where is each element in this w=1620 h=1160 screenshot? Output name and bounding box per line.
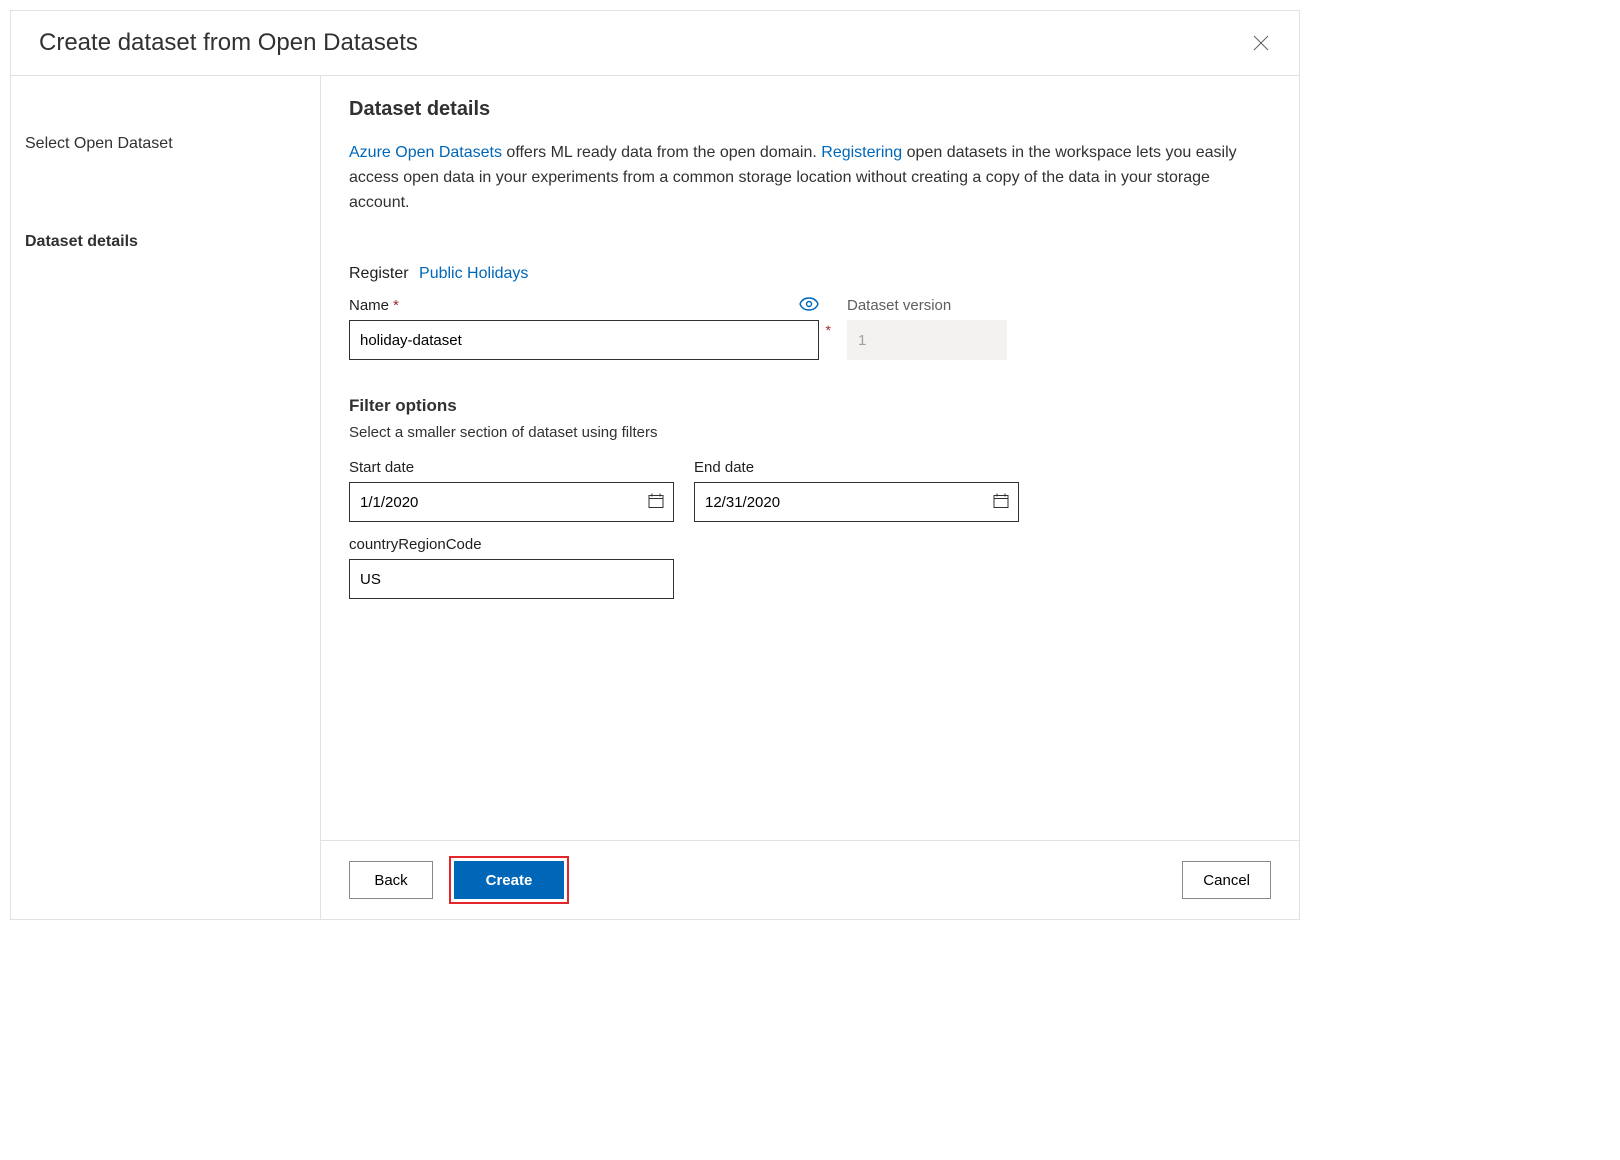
main-content: Dataset details Azure Open Datasets offe… (321, 76, 1299, 840)
name-field: Name * * (349, 297, 819, 360)
eye-icon (799, 297, 819, 311)
country-label: countryRegionCode (349, 536, 1271, 553)
country-field: countryRegionCode (349, 536, 1271, 599)
start-date-field: Start date (349, 459, 674, 522)
sidebar-item-label: Select Open Dataset (25, 135, 173, 152)
required-asterisk-side: * (826, 322, 831, 338)
register-line: Register Public Holidays (349, 265, 1271, 283)
dialog-footer: Back Create Cancel (321, 840, 1299, 919)
preview-icon[interactable] (799, 297, 819, 314)
close-button[interactable] (1251, 33, 1271, 53)
sidebar-item-dataset-details[interactable]: Dataset details (11, 229, 320, 255)
wizard-sidebar: Select Open Dataset Dataset details (11, 76, 321, 919)
date-row: Start date End date (349, 459, 1271, 522)
end-date-label: End date (694, 459, 1019, 476)
required-asterisk: * (393, 297, 399, 314)
name-label: Name * (349, 297, 399, 314)
dialog-title: Create dataset from Open Datasets (39, 29, 418, 57)
intro-paragraph: Azure Open Datasets offers ML ready data… (349, 141, 1271, 215)
start-date-label: Start date (349, 459, 674, 476)
name-version-row: Name * * Dataset ve (349, 297, 1271, 360)
version-input (847, 320, 1007, 360)
register-label: Register (349, 265, 409, 282)
cancel-button[interactable]: Cancel (1182, 861, 1271, 899)
create-dataset-dialog: Create dataset from Open Datasets Select… (10, 10, 1300, 920)
version-label: Dataset version (847, 297, 1007, 314)
start-date-input[interactable] (349, 482, 674, 522)
close-icon (1253, 35, 1269, 51)
filter-options-desc: Select a smaller section of dataset usin… (349, 424, 1271, 441)
sidebar-item-select-open-dataset[interactable]: Select Open Dataset (11, 131, 320, 157)
registering-link[interactable]: Registering (821, 144, 902, 161)
section-title: Dataset details (349, 98, 1271, 121)
main-panel: Dataset details Azure Open Datasets offe… (321, 76, 1299, 919)
public-holidays-link[interactable]: Public Holidays (419, 265, 528, 282)
end-date-field: End date (694, 459, 1019, 522)
end-date-input[interactable] (694, 482, 1019, 522)
azure-open-datasets-link[interactable]: Azure Open Datasets (349, 144, 502, 161)
sidebar-item-label: Dataset details (25, 233, 138, 250)
back-button[interactable]: Back (349, 861, 433, 899)
dialog-header: Create dataset from Open Datasets (11, 11, 1299, 76)
filter-options-title: Filter options (349, 396, 1271, 416)
dialog-body: Select Open Dataset Dataset details Data… (11, 76, 1299, 919)
create-button-highlight: Create (449, 856, 569, 904)
intro-text-1: offers ML ready data from the open domai… (502, 144, 821, 161)
version-field: Dataset version (847, 297, 1007, 360)
name-input[interactable] (349, 320, 819, 360)
create-button[interactable]: Create (454, 861, 564, 899)
country-input[interactable] (349, 559, 674, 599)
